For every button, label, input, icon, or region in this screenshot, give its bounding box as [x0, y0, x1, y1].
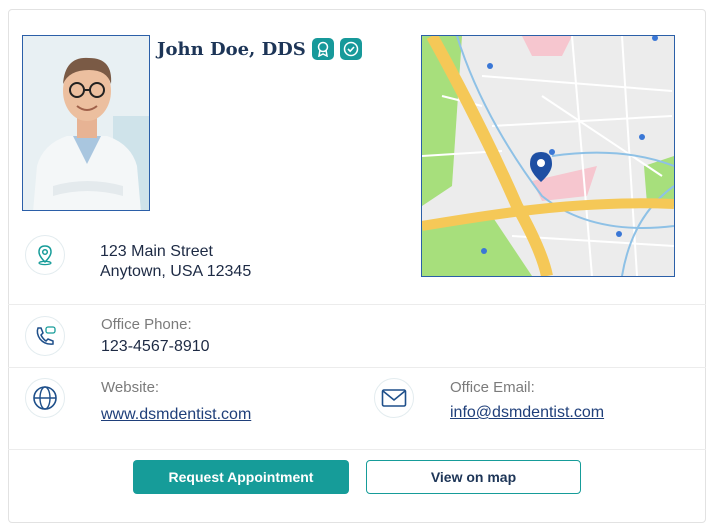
phone-value[interactable]: 123-4567-8910 [101, 338, 210, 356]
website-link[interactable]: www.dsmdentist.com [101, 406, 251, 424]
address: 123 Main Street Anytown, USA 12345 [100, 242, 251, 282]
email-label: Office Email: [450, 379, 535, 396]
verified-badge-icon [339, 38, 362, 60]
divider [8, 449, 706, 450]
doctor-photo [22, 35, 150, 211]
phone-label: Office Phone: [101, 316, 192, 333]
divider [8, 367, 706, 368]
address-line1: 123 Main Street [100, 243, 213, 260]
name-row: John Doe, DDS [157, 38, 362, 60]
email-link[interactable]: info@dsmdentist.com [450, 404, 604, 422]
location-pin-icon [25, 235, 65, 275]
award-badge-icon [311, 38, 334, 60]
divider [8, 304, 706, 305]
request-appointment-button[interactable]: Request Appointment [133, 460, 349, 494]
address-line2: Anytown, USA 12345 [100, 263, 252, 280]
view-on-map-button[interactable]: View on map [366, 460, 581, 494]
envelope-icon [374, 378, 414, 418]
location-map[interactable] [421, 35, 675, 277]
doctor-name: John Doe, DDS [157, 38, 306, 60]
website-label: Website: [101, 379, 160, 396]
phone-chat-icon [25, 316, 65, 356]
globe-icon [25, 378, 65, 418]
